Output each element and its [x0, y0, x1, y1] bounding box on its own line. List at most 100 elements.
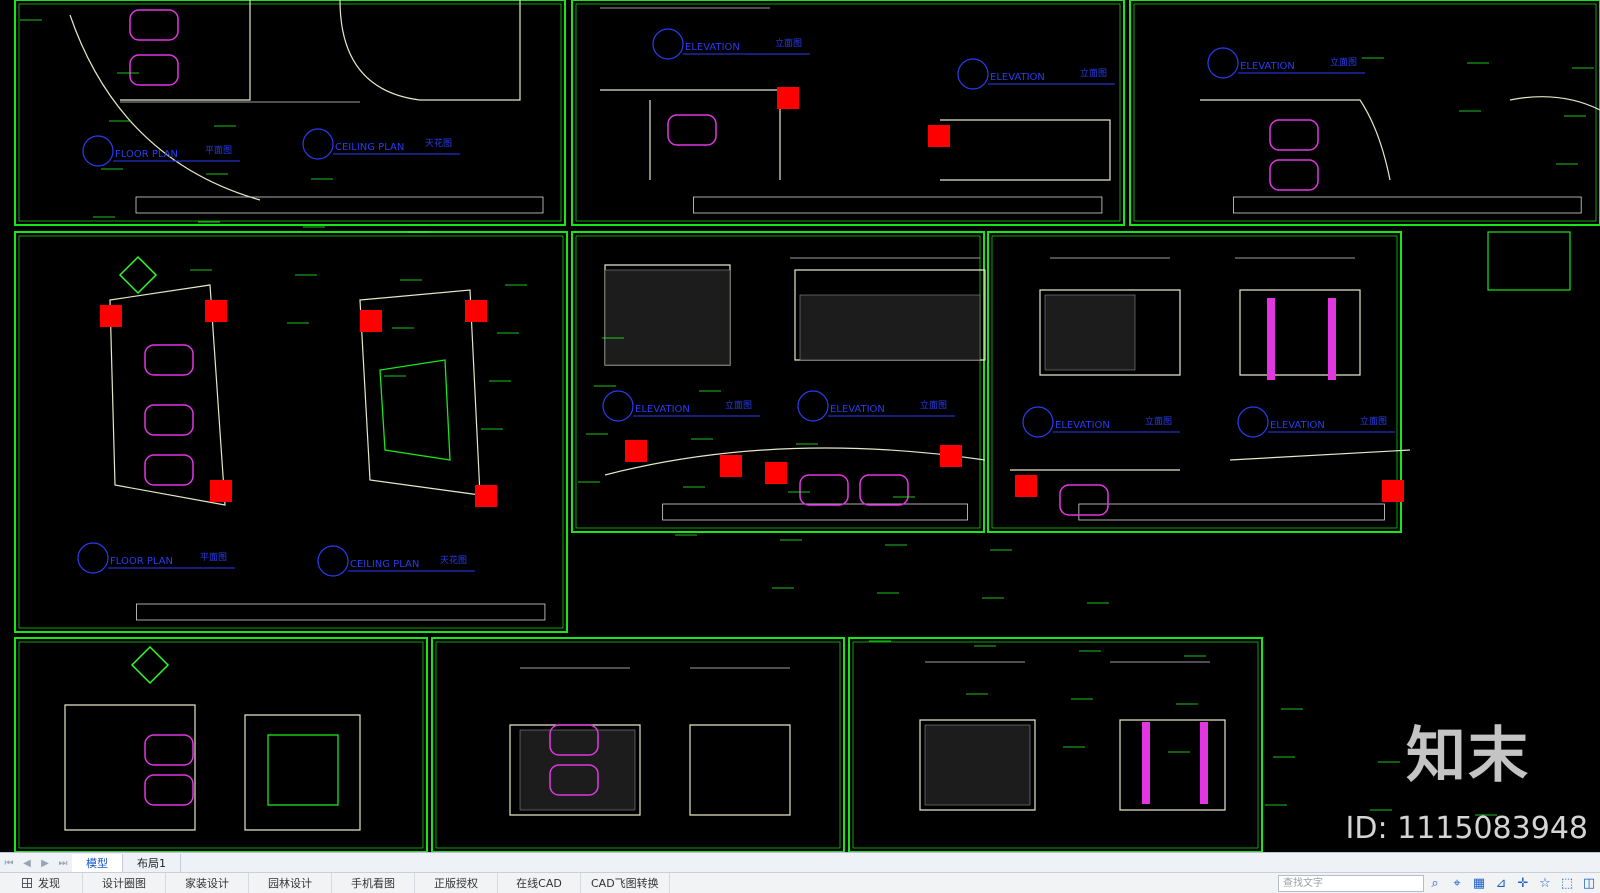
section-label: FLOOR PLAN	[115, 149, 178, 160]
cad-convert-button[interactable]: CAD飞图转换	[581, 873, 670, 893]
red-marker	[940, 445, 962, 467]
section-tag: 立面图	[1080, 67, 1107, 79]
wall-line	[244, 714, 361, 831]
red-marker	[625, 440, 647, 462]
red-marker	[210, 480, 232, 502]
furniture-outline	[1269, 159, 1319, 191]
search-text-input[interactable]	[1278, 874, 1424, 892]
section-label: ELEVATION	[1270, 420, 1325, 431]
section-label: ELEVATION	[830, 404, 885, 415]
red-marker	[360, 310, 382, 332]
section-label: ELEVATION	[685, 42, 740, 53]
furniture-outline	[144, 454, 194, 486]
bottom-toolbar: 发现 设计圈图 家装设计 园林设计 手机看图 正版授权 在线CAD CAD飞图转…	[0, 872, 1600, 893]
red-marker	[475, 485, 497, 507]
wall-line	[1239, 289, 1361, 376]
section-label-circle	[1022, 406, 1054, 438]
section-label-circle	[82, 135, 114, 167]
magenta-panel	[1267, 298, 1275, 380]
hatched-panel	[799, 294, 981, 361]
sheet-inner-frame	[1133, 3, 1597, 222]
section-tag: 立面图	[920, 399, 947, 411]
sheet-inner-frame	[435, 641, 841, 849]
hatched-panel	[924, 724, 1031, 806]
red-marker	[928, 125, 950, 147]
section-tag: 立面图	[1360, 415, 1387, 427]
cube-icon[interactable]: ◫	[1578, 873, 1600, 893]
wall-line	[1509, 96, 1600, 111]
section-tag: 立面图	[775, 37, 802, 49]
section-label-circle	[797, 390, 829, 422]
design-circle-button[interactable]: 设计圈图	[83, 873, 166, 893]
ceiling-outline	[267, 734, 339, 806]
tab-model[interactable]: 模型	[72, 854, 123, 872]
sheet-frame	[431, 637, 845, 852]
section-label-circle	[1237, 406, 1269, 438]
ceiling-outline	[379, 359, 451, 461]
grid-icon[interactable]: ▦	[1468, 873, 1490, 893]
sheet-inner-frame	[18, 641, 424, 849]
title-block	[662, 503, 968, 521]
watermark-id: ID: 1115083948	[1345, 811, 1588, 846]
wall-line	[339, 0, 521, 101]
section-tag: 天花图	[440, 554, 467, 566]
sheet-inner-frame	[852, 641, 1259, 849]
section-tag: 平面图	[205, 145, 232, 156]
thumbnail-frame	[1487, 231, 1571, 291]
online-cad-button[interactable]: 在线CAD	[498, 873, 581, 893]
prev-tab-icon[interactable]: ◀	[18, 854, 36, 872]
red-marker	[720, 455, 742, 477]
sheet-frame	[987, 231, 1402, 533]
magenta-panel	[1328, 298, 1336, 380]
box-icon[interactable]: ⬚	[1556, 873, 1578, 893]
wall-line	[1229, 449, 1411, 461]
tab-layout1[interactable]: 布局1	[123, 854, 181, 872]
section-label-circle	[302, 128, 334, 160]
cad-drawing-canvas[interactable]: FLOOR PLAN 平面图 CEILING PLAN 天花图 ELEVATION 立面图…	[0, 0, 1600, 852]
search-icon[interactable]: ⌕	[1424, 873, 1446, 893]
section-label: ELEVATION	[1240, 61, 1295, 72]
wall-line	[940, 119, 1111, 181]
layout-tab-strip: ⏮ ◀ ▶ ⏭ 模型 布局1	[0, 852, 1600, 873]
section-label-circle	[652, 28, 684, 60]
magenta-panel	[1142, 722, 1150, 804]
crosshair-icon[interactable]: ✛	[1512, 873, 1534, 893]
mobile-view-button[interactable]: 手机看图	[332, 873, 415, 893]
wall-line	[69, 14, 261, 201]
furniture-outline	[144, 404, 194, 436]
section-tag: 立面图	[1330, 56, 1357, 68]
home-design-button[interactable]: 家装设计	[166, 873, 249, 893]
garden-design-button[interactable]: 园林设计	[249, 873, 332, 893]
section-label-circle	[317, 545, 349, 577]
section-tag: 立面图	[1145, 415, 1172, 427]
next-tab-icon[interactable]: ▶	[36, 854, 54, 872]
watermark-logo: 知末	[1406, 721, 1530, 791]
wall-line	[64, 704, 196, 831]
discover-button[interactable]: 发现	[0, 873, 83, 893]
furniture-outline	[144, 734, 194, 766]
ortho-icon[interactable]: ⊿	[1490, 873, 1512, 893]
red-marker	[777, 87, 799, 109]
section-label: ELEVATION	[635, 404, 690, 415]
hatched-panel	[1044, 294, 1136, 371]
last-tab-icon[interactable]: ⏭	[54, 854, 72, 872]
section-tag: 天花图	[425, 137, 452, 149]
section-label-circle	[1207, 47, 1239, 79]
red-marker	[100, 305, 122, 327]
north-arrow	[130, 645, 170, 685]
title-block	[693, 196, 1103, 214]
furniture-outline	[129, 54, 179, 86]
first-tab-icon[interactable]: ⏮	[0, 854, 18, 872]
snap-icon[interactable]: ⌖	[1446, 873, 1468, 893]
sheet-inner-frame	[18, 235, 564, 629]
license-button[interactable]: 正版授权	[415, 873, 498, 893]
title-block	[135, 196, 544, 214]
star-icon[interactable]: ☆	[1534, 873, 1556, 893]
section-label: ELEVATION	[1055, 420, 1110, 431]
wall-line	[600, 89, 781, 180]
sheet-frame	[1129, 0, 1600, 226]
section-label: FLOOR PLAN	[110, 556, 173, 567]
section-label: CEILING PLAN	[350, 559, 419, 570]
hatched-panel	[519, 729, 636, 811]
title-block	[136, 603, 546, 621]
